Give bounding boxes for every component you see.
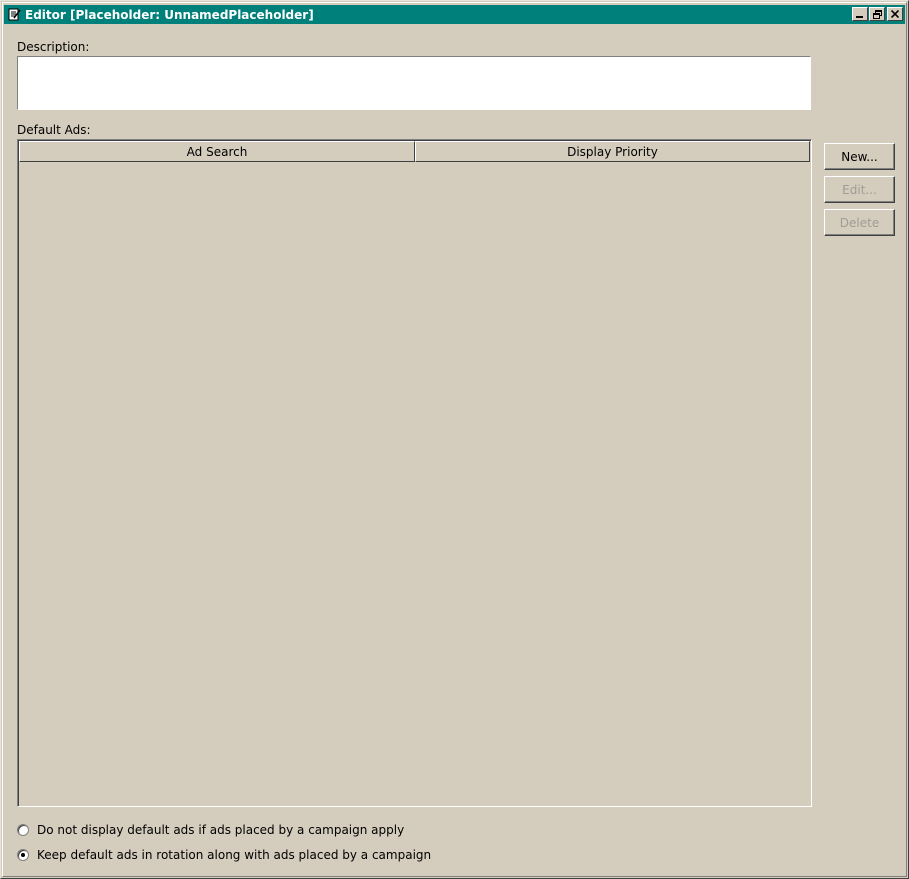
column-header-ad-search[interactable]: Ad Search (19, 141, 415, 162)
radio-button[interactable] (17, 824, 29, 836)
close-icon (891, 10, 899, 18)
radio-option-no-display[interactable]: Do not display default ads if ads placed… (17, 823, 404, 837)
column-header-display-priority[interactable]: Display Priority (415, 141, 810, 162)
default-ads-table[interactable]: Ad Search Display Priority (17, 139, 812, 807)
new-button[interactable]: New... (824, 143, 895, 170)
delete-button[interactable]: Delete (824, 209, 895, 236)
close-button[interactable] (887, 7, 903, 21)
description-input[interactable] (17, 56, 811, 110)
radio-option-keep-rotation[interactable]: Keep default ads in rotation along with … (17, 848, 431, 862)
restore-icon (872, 9, 882, 19)
editor-window: Editor [Placeholder: UnnamedPlaceholder] (0, 0, 909, 879)
radio-button-selected[interactable] (17, 849, 29, 861)
table-header: Ad Search Display Priority (19, 141, 810, 162)
window-controls (851, 7, 903, 21)
window-title: Editor [Placeholder: UnnamedPlaceholder] (25, 7, 314, 22)
edit-document-icon (7, 8, 21, 22)
radio-label: Do not display default ads if ads placed… (37, 823, 405, 837)
radio-label: Keep default ads in rotation along with … (37, 848, 432, 862)
minimize-button[interactable] (852, 7, 868, 21)
restore-button[interactable] (869, 7, 885, 21)
description-label: Description: (17, 40, 90, 54)
radio-selected-dot (21, 853, 25, 857)
default-ads-label: Default Ads: (17, 123, 91, 137)
edit-button[interactable]: Edit... (824, 176, 895, 203)
title-bar[interactable]: Editor [Placeholder: UnnamedPlaceholder] (4, 5, 905, 24)
minimize-icon (856, 16, 863, 18)
table-body[interactable] (19, 162, 811, 806)
